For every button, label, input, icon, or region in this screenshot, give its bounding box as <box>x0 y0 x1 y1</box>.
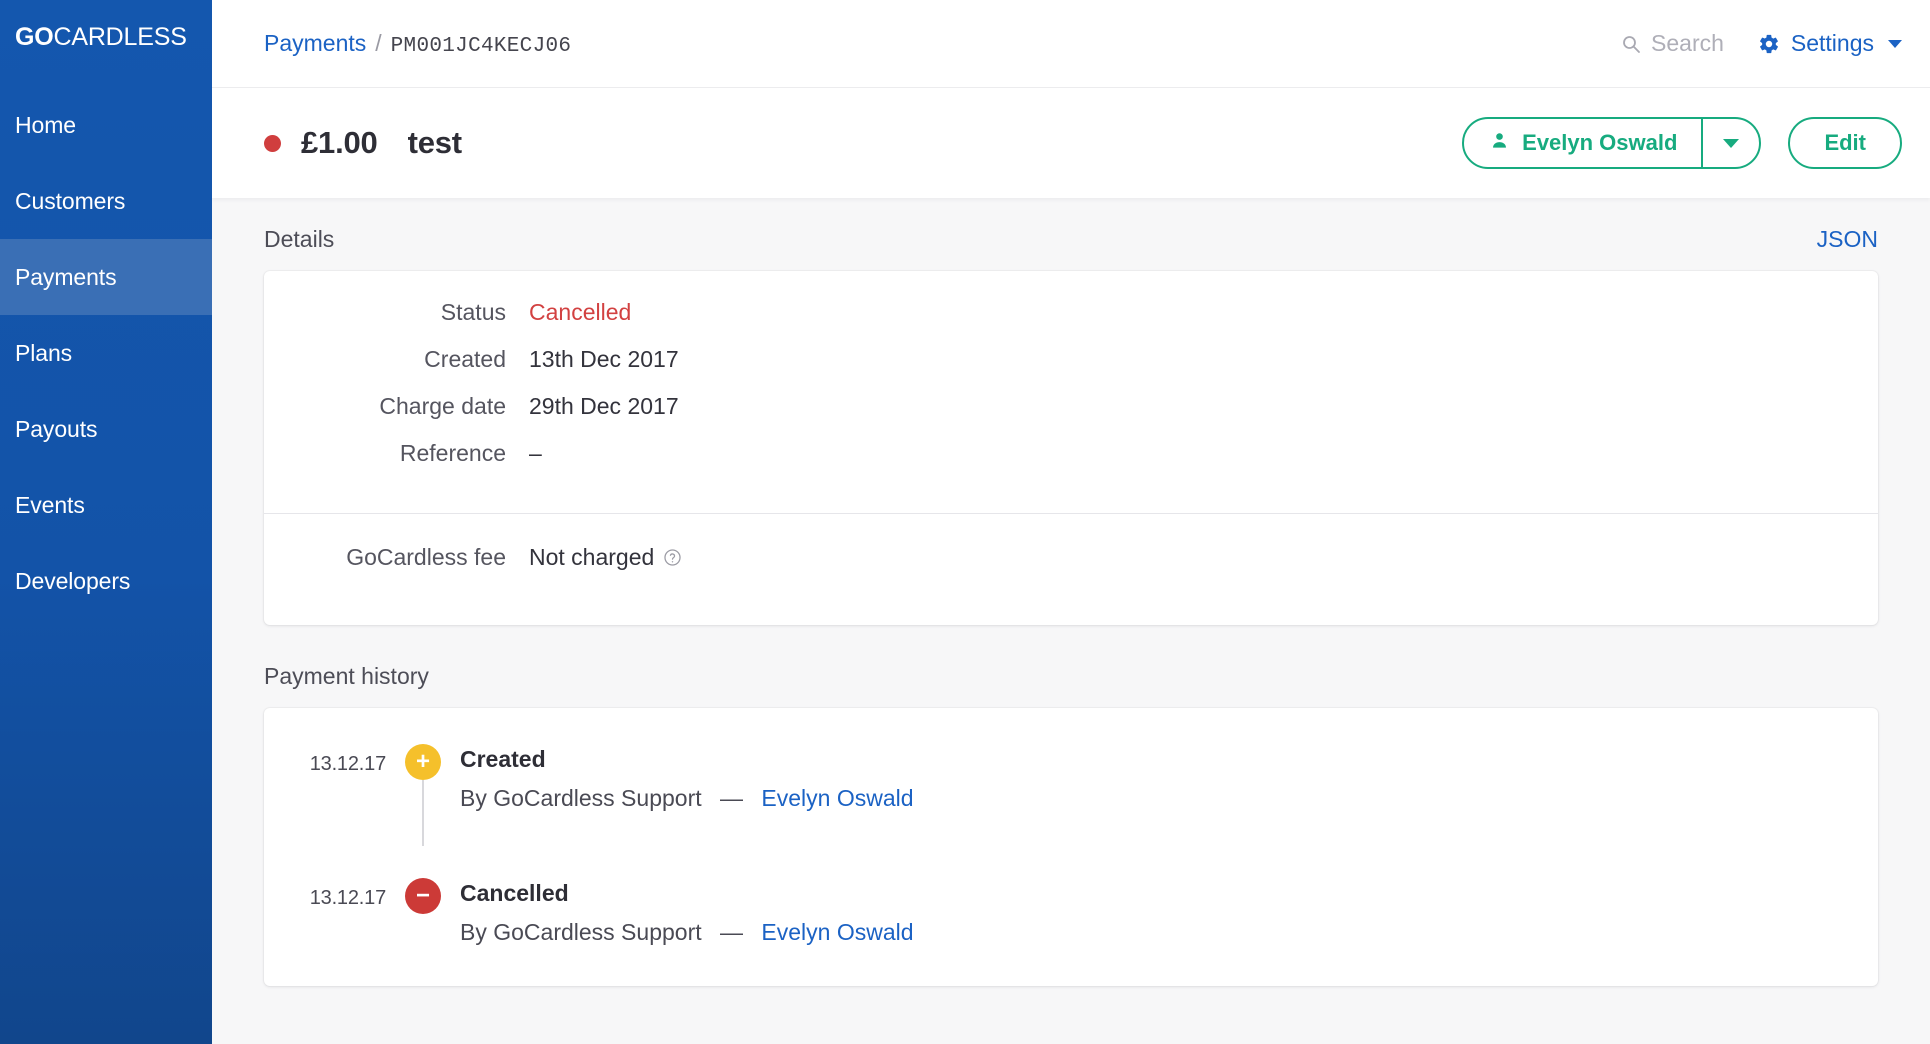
breadcrumb: Payments / PM001JC4KECJ06 <box>264 30 571 58</box>
timeline-date: 13.12.17 <box>309 753 386 775</box>
app-root: GOCARDLESS Home Customers Payments Plans… <box>0 0 1930 1044</box>
timeline-date: 13.12.17 <box>309 887 386 909</box>
customer-button-label: Evelyn Oswald <box>1522 130 1678 155</box>
main-area: Payments / PM001JC4KECJ06 Search Setting… <box>212 0 1930 1044</box>
detail-row-reference: Reference – <box>264 440 1878 487</box>
sidebar-item-label: Payouts <box>15 415 98 442</box>
timeline-dash: — <box>720 785 744 811</box>
timeline-entry-cancelled: 13.12.17 − Cancelled By GoCardless Suppo… <box>264 878 1878 946</box>
history-card: 13.12.17 + Created By GoCardless Support… <box>264 708 1878 986</box>
timeline-connector <box>422 780 424 846</box>
timeline-by-text: By GoCardless Support <box>460 785 702 811</box>
payment-amount: £1.00 <box>301 125 378 160</box>
settings-label: Settings <box>1790 30 1874 56</box>
settings-menu[interactable]: Settings <box>1758 30 1902 57</box>
brand-rest: CARDLESS <box>53 22 187 51</box>
breadcrumb-current-id: PM001JC4KECJ06 <box>390 34 572 58</box>
chevron-down-icon <box>1888 39 1902 48</box>
help-circle-icon[interactable] <box>663 548 682 567</box>
fee-value-wrap: Not charged <box>529 544 682 571</box>
timeline-event-meta: By GoCardless Support — Evelyn Oswald <box>460 785 914 812</box>
fee-value: Not charged <box>529 544 655 570</box>
sidebar-item-developers[interactable]: Developers <box>0 543 212 619</box>
sidebar-nav: Home Customers Payments Plans Payouts Ev… <box>0 87 212 619</box>
sidebar-item-home[interactable]: Home <box>0 87 212 163</box>
timeline: 13.12.17 + Created By GoCardless Support… <box>264 708 1878 986</box>
status-dot-icon <box>264 134 281 152</box>
timeline-actor-link[interactable]: Evelyn Oswald <box>761 785 913 811</box>
payment-description: test <box>407 125 463 160</box>
timeline-event-meta: By GoCardless Support — Evelyn Oswald <box>460 919 914 946</box>
sidebar-item-label: Payments <box>15 263 117 290</box>
content-area: Details JSON Status Cancelled Created 13… <box>212 198 1930 1044</box>
search-input[interactable]: Search <box>1621 30 1724 57</box>
timeline-body: Created By GoCardless Support — Evelyn O… <box>460 744 914 812</box>
details-title: Details <box>264 226 335 252</box>
detail-value: – <box>529 440 542 466</box>
payment-header: £1.00 test Evelyn Oswald Edit <box>212 88 1930 198</box>
sidebar-item-label: Plans <box>15 339 73 366</box>
timeline-actor-link[interactable]: Evelyn Oswald <box>761 919 913 945</box>
customer-button[interactable]: Evelyn Oswald <box>1464 119 1701 167</box>
detail-value: 29th Dec 2017 <box>529 393 679 419</box>
detail-label: Created <box>424 346 506 372</box>
sidebar-item-label: Home <box>15 111 76 138</box>
detail-label: Status <box>440 299 506 325</box>
detail-row-gocardless-fee: GoCardless fee Not charged <box>264 544 1878 591</box>
fee-label: GoCardless fee <box>346 544 506 570</box>
timeline-event-title: Cancelled <box>460 880 569 906</box>
details-rows: Status Cancelled Created 13th Dec 2017 C… <box>264 271 1878 513</box>
detail-row-created: Created 13th Dec 2017 <box>264 346 1878 393</box>
status-badge: Cancelled <box>529 299 632 325</box>
edit-button[interactable]: Edit <box>1788 117 1902 169</box>
search-icon <box>1621 34 1641 54</box>
timeline-entry-created: 13.12.17 + Created By GoCardless Support… <box>264 744 1878 846</box>
detail-row-charge-date: Charge date 29th Dec 2017 <box>264 393 1878 440</box>
gear-icon <box>1758 33 1780 55</box>
brand-text: GOCARDLESS <box>15 23 187 52</box>
sidebar-item-customers[interactable]: Customers <box>0 163 212 239</box>
sidebar-item-label: Developers <box>15 567 131 594</box>
minus-icon: − <box>405 878 441 914</box>
timeline-event-title: Created <box>460 746 546 772</box>
sidebar: GOCARDLESS Home Customers Payments Plans… <box>0 0 212 1044</box>
breadcrumb-separator: / <box>375 29 382 56</box>
customer-dropdown-button[interactable] <box>1701 119 1759 167</box>
detail-value: 13th Dec 2017 <box>529 346 679 372</box>
json-link[interactable]: JSON <box>1817 226 1878 253</box>
history-section-header: Payment history <box>264 663 1878 690</box>
top-bar: Payments / PM001JC4KECJ06 Search Setting… <box>212 0 1930 88</box>
history-section: Payment history 13.12.17 + Created By Go… <box>264 663 1878 986</box>
sidebar-item-payouts[interactable]: Payouts <box>0 391 212 467</box>
timeline-body: Cancelled By GoCardless Support — Evelyn… <box>460 878 914 946</box>
brand-bold: GO <box>15 22 54 51</box>
customer-button-group: Evelyn Oswald <box>1462 117 1762 169</box>
history-title: Payment history <box>264 663 429 689</box>
timeline-gap <box>264 812 1878 878</box>
details-card: Status Cancelled Created 13th Dec 2017 C… <box>264 271 1878 625</box>
detail-row-status: Status Cancelled <box>264 299 1878 346</box>
sidebar-item-label: Events <box>15 491 85 518</box>
plus-icon: + <box>405 744 441 780</box>
sidebar-item-events[interactable]: Events <box>0 467 212 543</box>
fee-rows: GoCardless fee Not charged <box>264 514 1878 625</box>
sidebar-item-label: Customers <box>15 187 126 214</box>
timeline-badge-column: + <box>386 744 460 846</box>
sidebar-item-payments[interactable]: Payments <box>0 239 212 315</box>
person-icon <box>1490 130 1509 156</box>
timeline-by-text: By GoCardless Support <box>460 919 702 945</box>
brand-logo[interactable]: GOCARDLESS <box>0 0 212 74</box>
chevron-down-icon <box>1723 138 1740 148</box>
timeline-badge-column: − <box>386 878 460 914</box>
breadcrumb-link-payments[interactable]: Payments <box>264 30 366 57</box>
detail-label: Charge date <box>379 393 506 419</box>
search-placeholder: Search <box>1651 30 1724 56</box>
sidebar-item-plans[interactable]: Plans <box>0 315 212 391</box>
timeline-dash: — <box>720 919 744 945</box>
detail-label: Reference <box>399 440 506 466</box>
details-section-header: Details JSON <box>264 226 1878 253</box>
